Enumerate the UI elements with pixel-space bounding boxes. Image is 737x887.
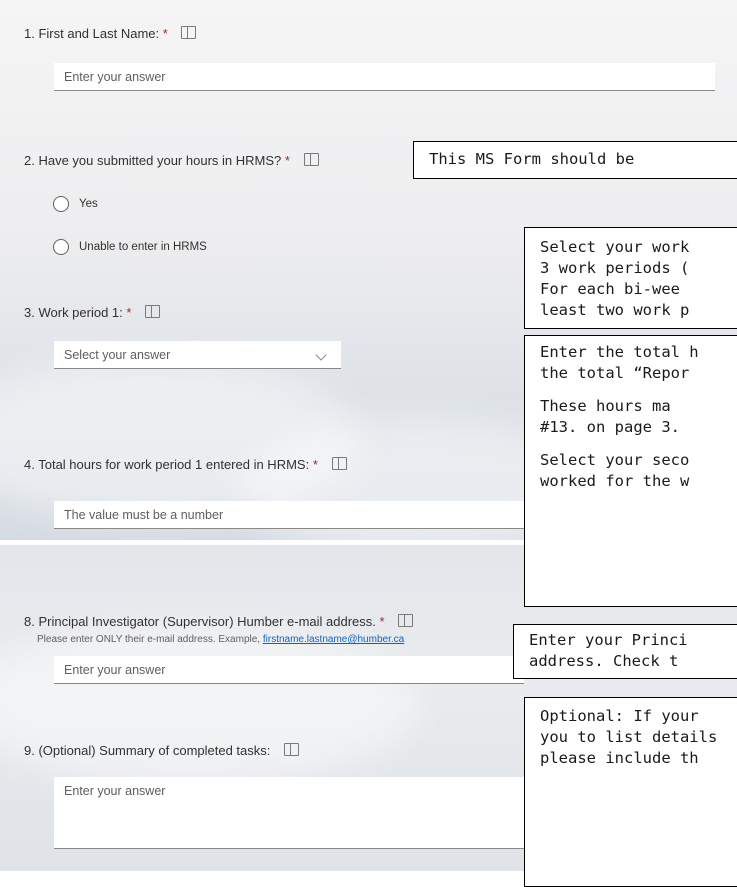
immersive-reader-icon[interactable]: [145, 305, 161, 318]
question-1-label: 1. First and Last Name: *: [24, 26, 197, 41]
immersive-reader-icon[interactable]: [331, 457, 347, 470]
question-4-label: 4. Total hours for work period 1 entered…: [24, 457, 347, 472]
required-marker: *: [312, 457, 318, 472]
radio-icon[interactable]: [53, 196, 69, 212]
summary-textarea[interactable]: Enter your answer: [54, 777, 524, 849]
question-3-label: 3. Work period 1: *: [24, 305, 161, 320]
radio-icon[interactable]: [53, 239, 69, 255]
name-input-placeholder: Enter your answer: [64, 70, 166, 84]
work-period-dropdown[interactable]: Select your answer: [54, 341, 341, 369]
radio-option-yes[interactable]: Yes: [53, 196, 98, 212]
hours-input[interactable]: The value must be a number: [54, 501, 524, 529]
annotation-note-5: Optional: If your you to list details pl…: [524, 697, 737, 887]
question-8-label: 8. Principal Investigator (Supervisor) H…: [24, 614, 414, 629]
annotation-note-2: Select your work 3 work periods ( For ea…: [524, 227, 737, 329]
immersive-reader-icon[interactable]: [284, 743, 300, 756]
example-email-link[interactable]: firstname.lastname@humber.ca: [263, 634, 404, 645]
immersive-reader-icon[interactable]: [398, 614, 414, 627]
annotation-note-4: Enter your Princi address. Check t: [513, 624, 737, 679]
required-marker: *: [126, 305, 132, 320]
name-input[interactable]: Enter your answer: [54, 63, 715, 91]
annotation-note-3: Enter the total h the total “Repor These…: [524, 335, 737, 607]
immersive-reader-icon[interactable]: [303, 153, 319, 166]
required-marker: *: [162, 26, 168, 41]
supervisor-email-input[interactable]: Enter your answer: [54, 656, 524, 684]
annotation-note-1: This MS Form should be: [413, 141, 737, 179]
question-9-label: 9. (Optional) Summary of completed tasks…: [24, 743, 300, 758]
chevron-down-icon: [315, 349, 327, 361]
background-cloud: [0, 625, 420, 785]
question-8-subtitle: Please enter ONLY their e-mail address. …: [37, 634, 405, 645]
radio-option-unable[interactable]: Unable to enter in HRMS: [53, 239, 207, 255]
immersive-reader-icon[interactable]: [181, 26, 197, 39]
question-2-label: 2. Have you submitted your hours in HRMS…: [24, 153, 319, 168]
required-marker: *: [284, 153, 290, 168]
required-marker: *: [379, 614, 385, 629]
